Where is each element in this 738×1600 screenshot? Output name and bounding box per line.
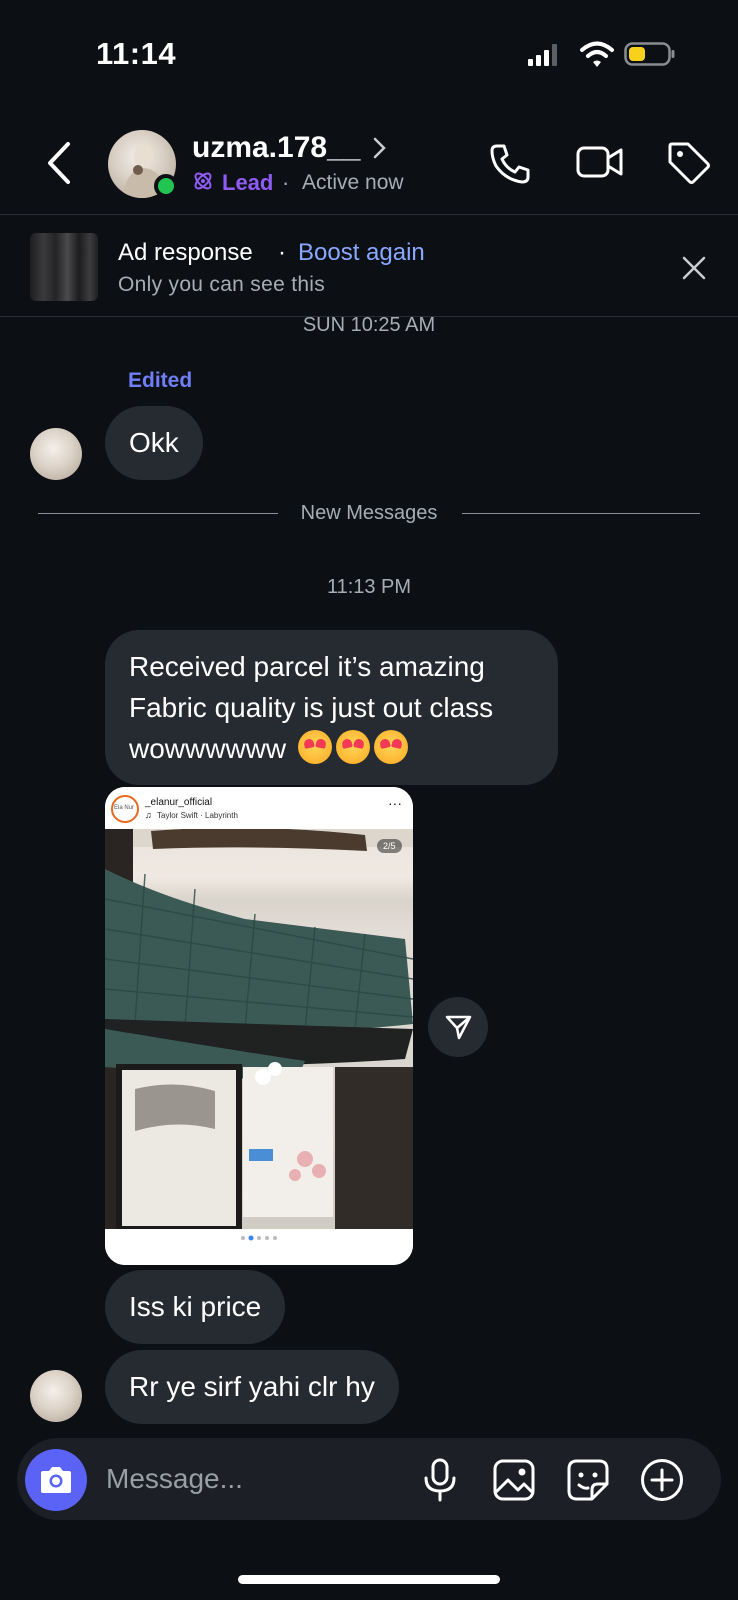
home-indicator: [238, 1575, 500, 1584]
ad-subtitle: Only you can see this: [118, 273, 326, 296]
phone-icon[interactable]: [488, 142, 532, 186]
header-divider: [0, 214, 738, 215]
sticker-icon[interactable]: [566, 1458, 610, 1502]
message-bubble[interactable]: Iss ki price: [105, 1270, 286, 1344]
back-icon[interactable]: [40, 138, 80, 188]
post-header: Ela Nur _elanur_official ♫ Taylor Swift …: [105, 787, 413, 829]
post-counter: 2/5: [377, 839, 402, 853]
post-avatar-text: Ela Nur: [114, 805, 135, 811]
sender-avatar[interactable]: [30, 428, 82, 480]
message-bubble[interactable]: Received parcel it’s amazing Fabric qual…: [105, 630, 558, 785]
active-status: Active now: [302, 171, 404, 194]
separator-dot: ·: [282, 170, 290, 195]
ad-title: Ad response: [118, 239, 253, 266]
heart-eyes-emoji: [335, 730, 370, 764]
plus-icon[interactable]: [640, 1458, 684, 1502]
ad-separator: ·: [278, 239, 286, 266]
camera-icon: [41, 1467, 71, 1493]
signal-icon: [528, 44, 557, 66]
timestamp: SUN 10:25 AM: [302, 314, 436, 336]
heart-eyes-emoji: [373, 730, 408, 764]
chevron-right-icon[interactable]: [372, 134, 388, 162]
shared-post[interactable]: Ela Nur _elanur_official ♫ Taylor Swift …: [105, 787, 413, 1265]
post-image: 2/5: [105, 829, 413, 1229]
share-button[interactable]: [428, 997, 488, 1057]
sender-avatar[interactable]: [30, 1370, 82, 1422]
username[interactable]: uzma.178__: [192, 131, 360, 165]
microphone-icon[interactable]: [420, 1458, 460, 1502]
camera-button[interactable]: [25, 1449, 87, 1511]
close-icon[interactable]: [680, 254, 708, 282]
carousel-dots: [241, 1235, 277, 1241]
video-camera-icon[interactable]: [576, 142, 624, 182]
online-indicator: [154, 174, 178, 198]
ad-thumbnail[interactable]: [30, 233, 98, 301]
music-note-icon: ♫: [145, 810, 152, 820]
timestamp: 11:13 PM: [326, 576, 412, 598]
divider-line: [462, 513, 700, 514]
lead-icon: [194, 172, 212, 190]
edited-label: Edited: [128, 369, 193, 392]
post-account: _elanur_official: [145, 797, 213, 808]
status-time: 11:14: [96, 36, 177, 71]
message-input[interactable]: [106, 1458, 396, 1500]
battery-icon: [624, 42, 675, 66]
tag-icon[interactable]: [666, 140, 712, 186]
boost-again-link[interactable]: Boost again: [298, 239, 425, 267]
wifi-icon: [580, 41, 614, 67]
post-song: Taylor Swift · Labyrinth: [157, 811, 238, 820]
gallery-icon[interactable]: [492, 1458, 536, 1502]
heart-eyes-emoji: [297, 730, 332, 764]
message-bubble[interactable]: Okk: [105, 406, 203, 480]
more-options-icon: ···: [388, 795, 402, 811]
post-footer: [105, 1229, 413, 1265]
lead-label: Lead: [222, 170, 274, 195]
message-bubble[interactable]: Rr ye sirf yahi clr hy: [105, 1350, 399, 1424]
send-icon: [445, 1015, 472, 1040]
